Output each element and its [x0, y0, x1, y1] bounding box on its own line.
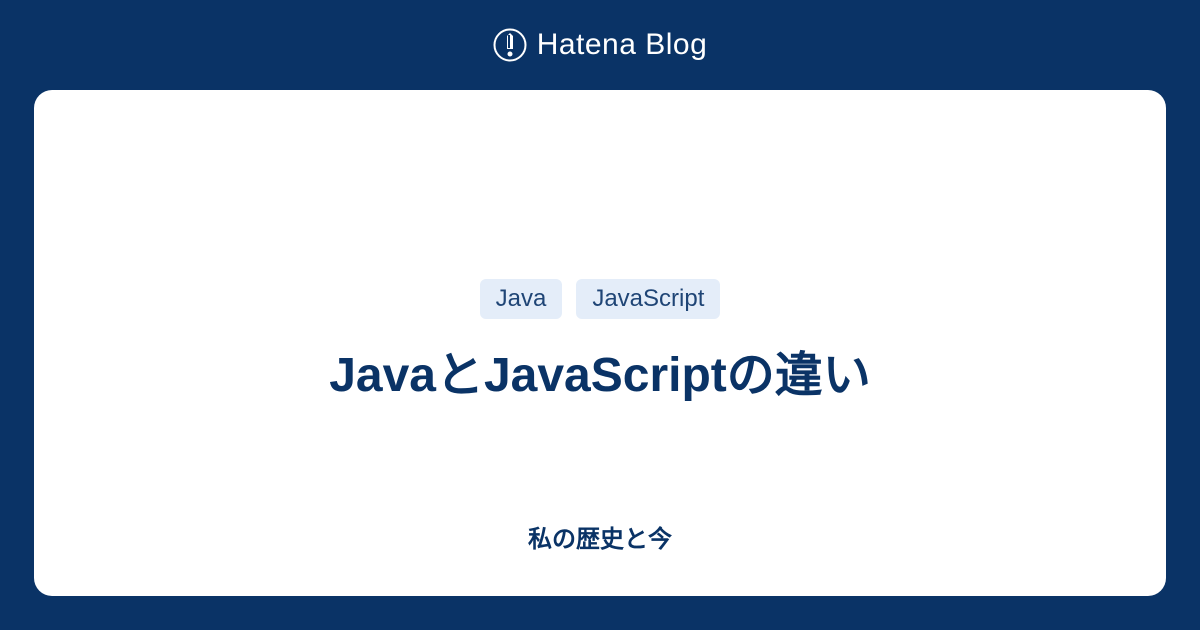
- article-card: Java JavaScript JavaとJavaScriptの違い 私の歴史と…: [34, 90, 1166, 596]
- brand-text: Hatena Blog: [537, 28, 708, 62]
- tag[interactable]: JavaScript: [576, 279, 720, 319]
- brand-header: Hatena Blog: [0, 0, 1200, 90]
- tag[interactable]: Java: [480, 279, 563, 319]
- tag-list: Java JavaScript: [480, 279, 721, 319]
- hatena-logo-icon: [493, 28, 527, 62]
- article-title: JavaとJavaScriptの違い: [329, 345, 871, 407]
- blog-name: 私の歴史と今: [34, 519, 1166, 554]
